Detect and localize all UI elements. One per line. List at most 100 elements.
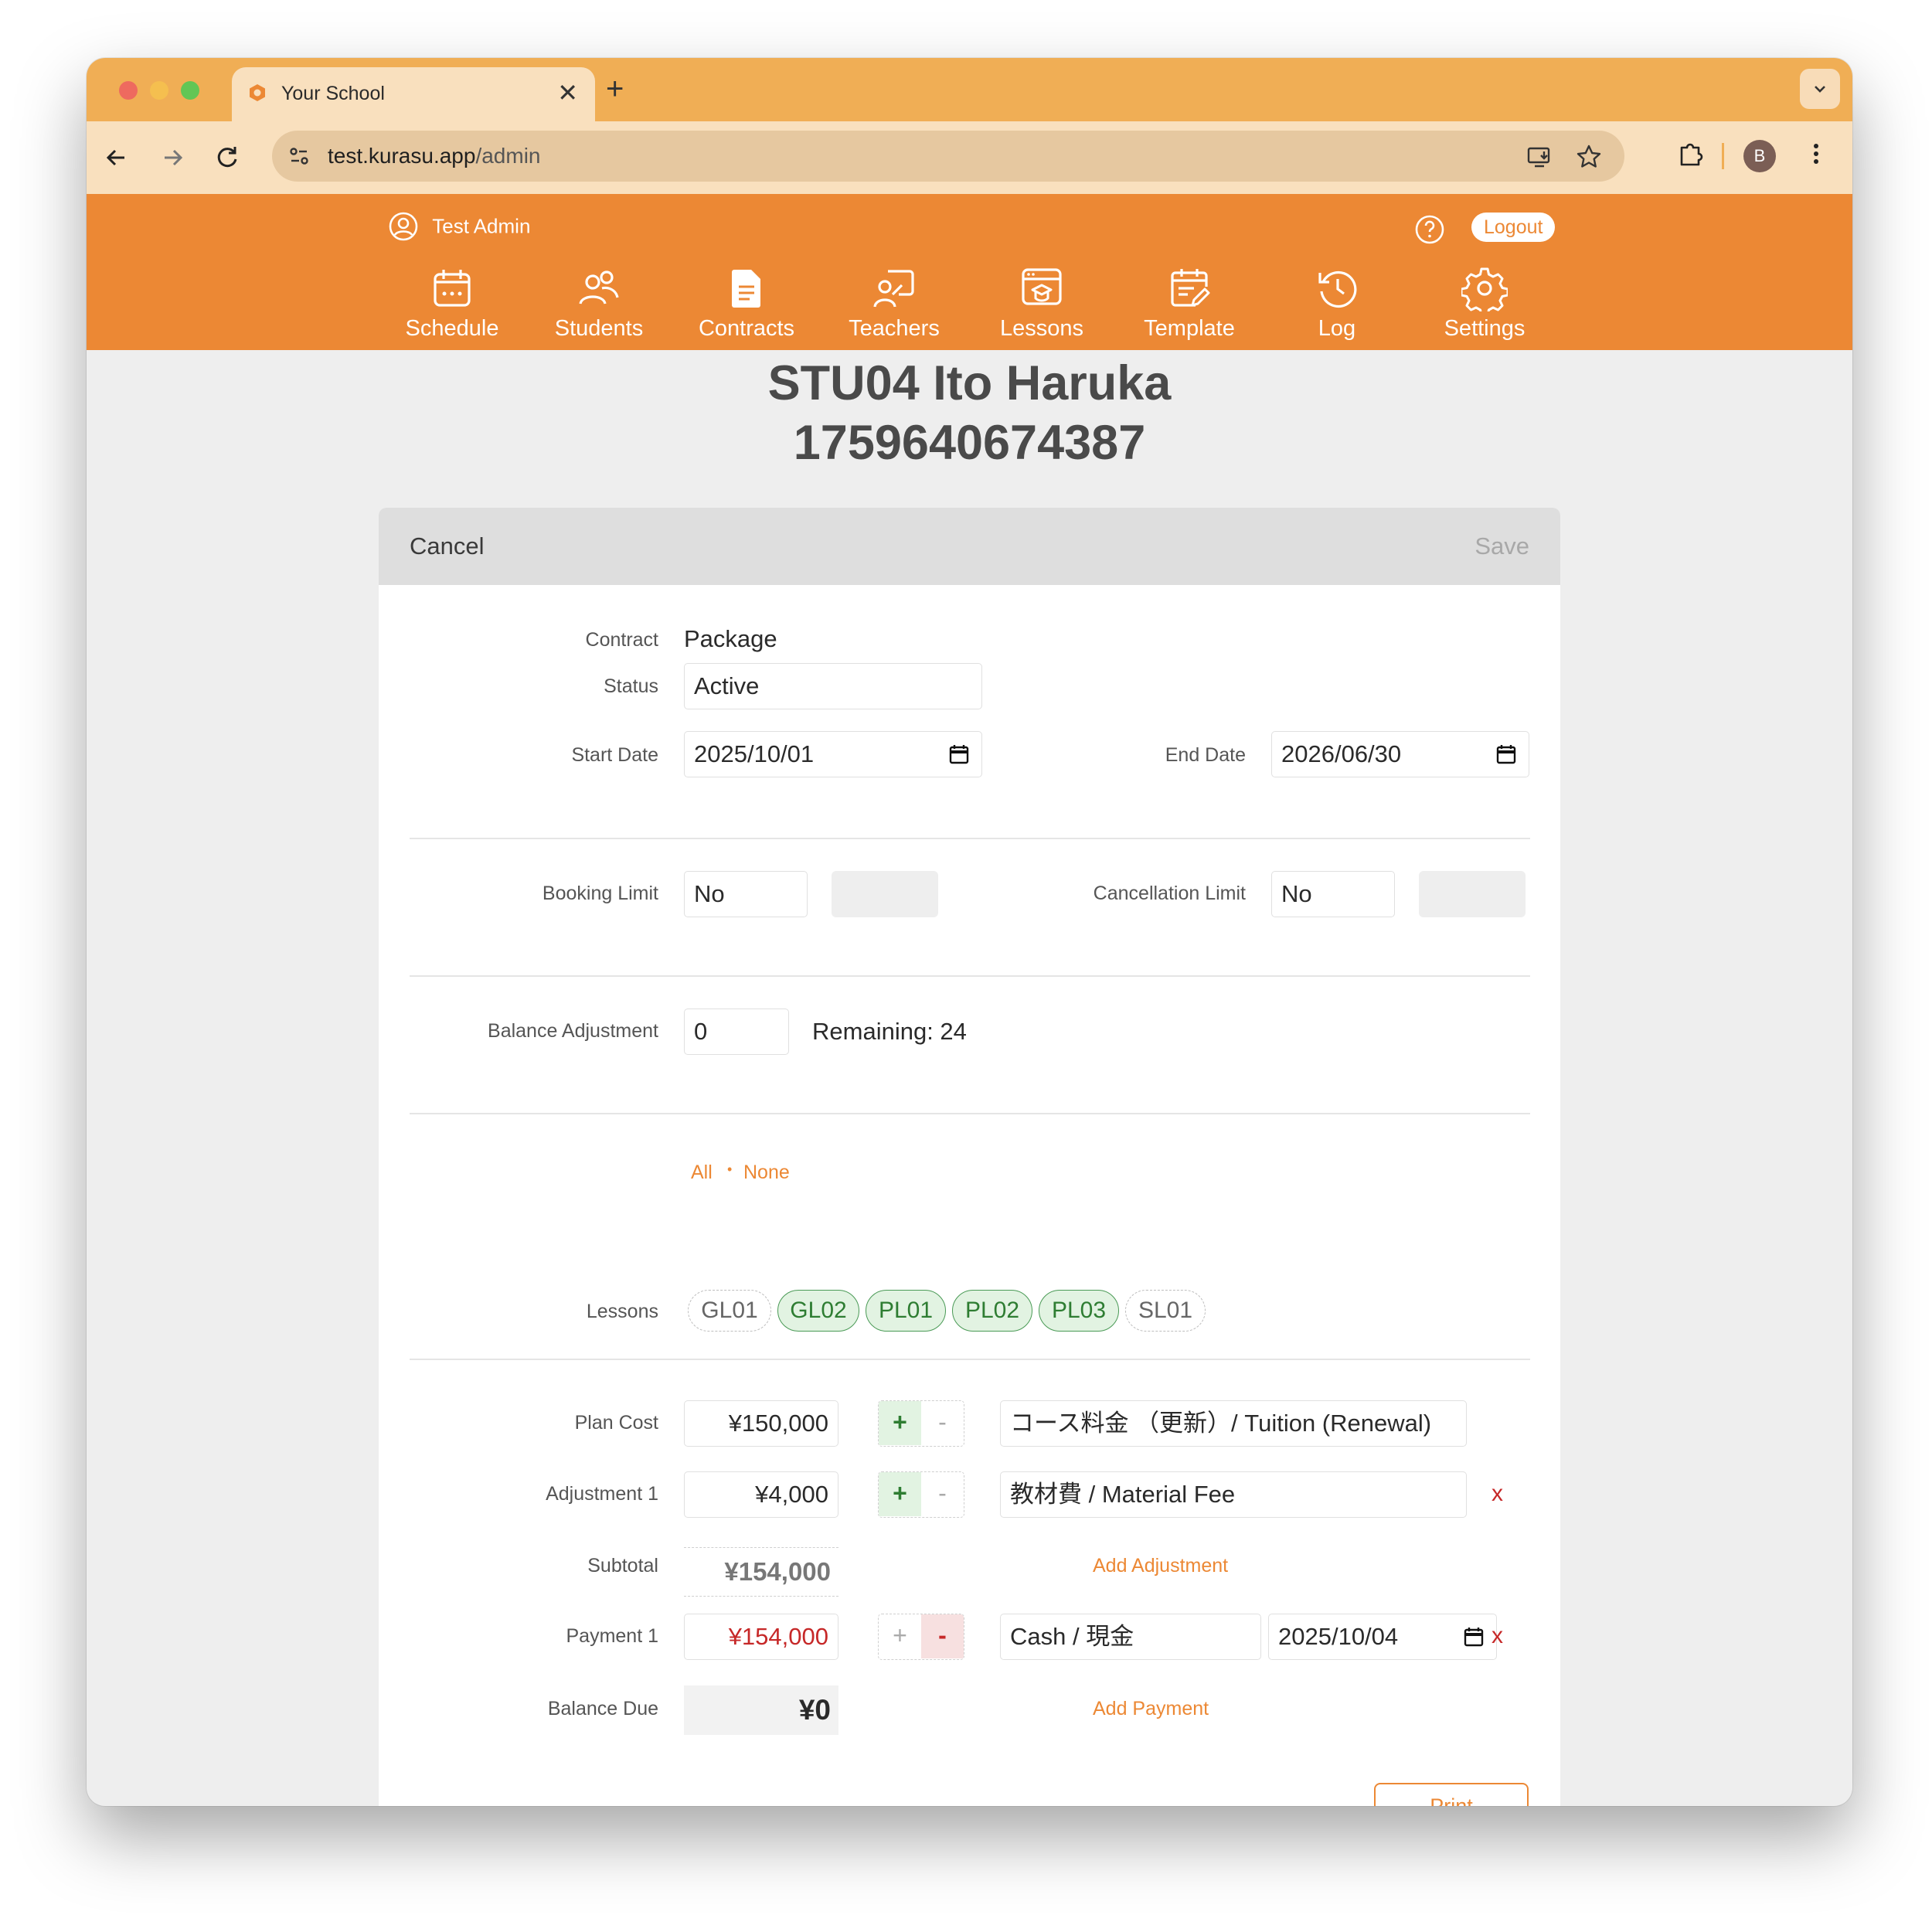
subtotal-value: ¥154,000	[684, 1547, 838, 1597]
remaining-count: Remaining: 24	[812, 1018, 967, 1045]
select-all-link[interactable]: All	[691, 1162, 713, 1184]
plus-button[interactable]: +	[879, 1401, 921, 1445]
booking-limit-select[interactable]: No	[684, 871, 808, 917]
balance-due-label: Balance Due	[547, 1698, 658, 1719]
address-bar[interactable]: test.kurasu.app/admin	[272, 131, 1624, 182]
adjustment-1-input[interactable]: ¥4,000	[684, 1471, 838, 1518]
toolbar-separator	[1722, 143, 1724, 169]
maximize-window-button[interactable]	[181, 81, 199, 100]
minus-button[interactable]: -	[921, 1614, 964, 1658]
select-separator: •	[727, 1162, 733, 1177]
start-date-value: 2025/10/01	[694, 740, 815, 767]
document-icon	[732, 270, 760, 308]
cancellation-limit-label: Cancellation Limit	[1093, 883, 1246, 904]
nav-label: Students	[554, 316, 644, 341]
reload-icon[interactable]	[210, 140, 246, 175]
lesson-chip-pl01[interactable]: PL01	[866, 1290, 946, 1332]
lesson-chip-gl02[interactable]: GL02	[777, 1290, 859, 1332]
print-button[interactable]: Print	[1374, 1783, 1529, 1806]
calendar-icon	[434, 270, 471, 307]
close-window-button[interactable]	[119, 81, 138, 100]
calendar-picker-icon[interactable]	[949, 744, 969, 764]
save-button[interactable]: Save	[1475, 532, 1529, 560]
minus-button[interactable]: -	[921, 1401, 964, 1445]
favicon-icon	[250, 84, 265, 101]
back-arrow-icon[interactable]	[99, 140, 134, 175]
payment-1-sign-toggle[interactable]: + -	[878, 1614, 964, 1660]
remove-payment-1-button[interactable]: x	[1492, 1623, 1503, 1649]
start-date-label: Start Date	[571, 744, 658, 766]
balance-due-value: ¥0	[684, 1685, 838, 1735]
contract-label: Contract	[585, 629, 658, 651]
select-none-link[interactable]: None	[743, 1162, 790, 1184]
extensions-puzzle-icon[interactable]	[1675, 138, 1706, 169]
help-icon[interactable]	[1414, 214, 1445, 245]
forward-arrow-icon[interactable]	[155, 140, 190, 175]
minus-button[interactable]: -	[921, 1472, 964, 1516]
site-settings-icon[interactable]	[286, 143, 312, 169]
nav-students[interactable]: Students	[526, 265, 672, 342]
plan-cost-description[interactable]: コース料金 （更新）/ Tuition (Renewal)	[1000, 1400, 1467, 1447]
install-app-icon[interactable]	[1526, 143, 1553, 171]
lesson-chip-pl02[interactable]: PL02	[952, 1290, 1032, 1332]
add-adjustment-link[interactable]: Add Adjustment	[1093, 1555, 1228, 1577]
status-field[interactable]: Active	[684, 663, 982, 709]
payment-1-label: Payment 1	[566, 1625, 658, 1647]
tab-title: Your School	[281, 83, 385, 104]
teacher-icon	[873, 270, 914, 308]
url-host: test.kurasu.app	[328, 144, 476, 168]
booking-limit-amount[interactable]	[832, 871, 938, 917]
lesson-chip-gl01[interactable]: GL01	[688, 1290, 771, 1332]
plan-cost-input[interactable]: ¥150,000	[684, 1400, 838, 1447]
lessons-label: Lessons	[586, 1301, 658, 1322]
logout-button[interactable]: Logout	[1471, 213, 1556, 242]
tab-bar: Your School ✕ +	[87, 58, 1852, 121]
students-icon	[579, 270, 619, 304]
calendar-picker-icon[interactable]	[1464, 1627, 1484, 1647]
nav-lessons[interactable]: Lessons	[968, 265, 1115, 342]
payment-1-method[interactable]: Cash / 現金	[1000, 1614, 1261, 1660]
current-user[interactable]: Test Admin	[388, 211, 530, 242]
nav-log[interactable]: Log	[1264, 265, 1410, 342]
more-menu-icon[interactable]	[1808, 138, 1824, 169]
form-header: Cancel Save	[379, 508, 1560, 585]
adjustment-1-description[interactable]: 教材費 / Material Fee	[1000, 1471, 1467, 1518]
cancellation-limit-select[interactable]: No	[1271, 871, 1395, 917]
nav-schedule[interactable]: Schedule	[379, 265, 526, 342]
end-date-label: End Date	[1165, 744, 1246, 766]
payment-1-date-field[interactable]: 2025/10/04	[1268, 1614, 1497, 1660]
payment-1-input[interactable]: ¥154,000	[684, 1614, 838, 1660]
plan-cost-sign-toggle[interactable]: + -	[878, 1400, 964, 1447]
tab-close-icon[interactable]: ✕	[557, 78, 578, 107]
new-tab-button[interactable]: +	[606, 72, 624, 107]
remove-adjustment-1-button[interactable]: x	[1492, 1481, 1503, 1507]
balance-adjustment-label: Balance Adjustment	[488, 1020, 658, 1042]
lesson-chip-pl03[interactable]: PL03	[1039, 1290, 1119, 1332]
end-date-field[interactable]: 2026/06/30	[1271, 731, 1529, 777]
section-divider	[410, 975, 1530, 977]
cancellation-limit-amount[interactable]	[1419, 871, 1526, 917]
plus-button[interactable]: +	[879, 1614, 921, 1658]
profile-avatar[interactable]: B	[1743, 140, 1776, 172]
browser-tab[interactable]: Your School ✕	[232, 67, 595, 121]
balance-adjustment-input[interactable]: 0	[684, 1009, 789, 1055]
lessons-icon	[1022, 268, 1062, 305]
status-label: Status	[604, 675, 658, 697]
bookmark-star-icon[interactable]	[1575, 143, 1603, 171]
add-payment-link[interactable]: Add Payment	[1093, 1698, 1209, 1720]
minimize-window-button[interactable]	[150, 81, 168, 100]
adjustment-1-label: Adjustment 1	[546, 1483, 658, 1505]
calendar-picker-icon[interactable]	[1496, 744, 1516, 764]
cancel-button[interactable]: Cancel	[410, 532, 485, 560]
nav-contracts[interactable]: Contracts	[673, 265, 820, 342]
nav-teachers[interactable]: Teachers	[821, 265, 968, 342]
start-date-field[interactable]: 2025/10/01	[684, 731, 982, 777]
plus-button[interactable]: +	[879, 1472, 921, 1516]
adjustment-1-sign-toggle[interactable]: + -	[878, 1471, 964, 1518]
tab-search-button[interactable]	[1800, 69, 1840, 109]
lesson-chip-sl01[interactable]: SL01	[1125, 1290, 1206, 1332]
url-text: test.kurasu.app/admin	[328, 144, 541, 168]
page-subtitle: 1759640674387	[793, 416, 1146, 470]
nav-template[interactable]: Template	[1116, 265, 1263, 342]
nav-settings[interactable]: Settings	[1411, 265, 1558, 342]
